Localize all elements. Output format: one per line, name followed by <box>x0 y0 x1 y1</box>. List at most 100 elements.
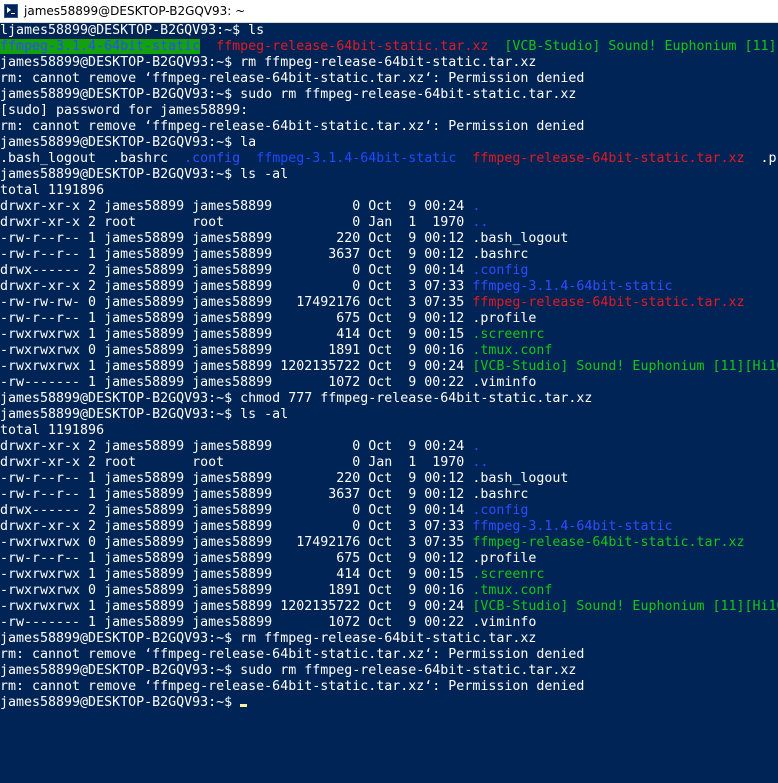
terminal-text: drwx------ 2 james58899 james58899 0 Oct… <box>0 503 473 518</box>
terminal-text: -rw-r--r-- 1 james58899 james58899 220 O… <box>0 231 569 246</box>
terminal-line: rm: cannot remove ‘ffmpeg-release-64bit-… <box>0 647 778 663</box>
terminal-line: drwxr-xr-x 2 root root 0 Jan 1 1970 .. <box>0 455 778 471</box>
terminal-line: james58899@DESKTOP-B2GQV93:~$ sudo rm ff… <box>0 663 778 679</box>
terminal-text: .. <box>472 455 489 470</box>
terminal-text: -rwxrwxrwx 0 james58899 james58899 1891 … <box>0 583 473 598</box>
terminal-line: drwxr-xr-x 2 james58899 james58899 0 Oct… <box>0 439 778 455</box>
terminal-text: -rw------- 1 james58899 james58899 1072 … <box>0 375 537 390</box>
terminal-text: .config <box>472 263 529 278</box>
terminal-line: -rw-r--r-- 1 james58899 james58899 675 O… <box>0 551 778 567</box>
terminal-line: -rwxrwxrwx 1 james58899 james58899 12021… <box>0 359 778 375</box>
terminal-text: [sudo] password for james58899: <box>0 103 249 118</box>
terminal-line: -rw-r--r-- 1 james58899 james58899 3637 … <box>0 247 778 263</box>
terminal-line: -rwxrwxrwx 1 james58899 james58899 12021… <box>0 599 778 615</box>
terminal-text: -rw-rw-rw- 0 james58899 james58899 17492… <box>0 295 473 310</box>
terminal-line: total 1191896 <box>0 183 778 199</box>
terminal-text: total 1191896 <box>0 423 105 438</box>
terminal-text: drwxr-xr-x 2 james58899 james58899 0 Oct… <box>0 519 473 534</box>
terminal-text: .tmux.conf <box>472 343 553 358</box>
terminal-line: drwxr-xr-x 2 james58899 james58899 0 Oct… <box>0 279 778 295</box>
terminal-text: james58899@DESKTOP-B2GQV93:~$ chmod 777 … <box>0 391 593 406</box>
terminal-text: -rw-r--r-- 1 james58899 james58899 3637 … <box>0 487 529 502</box>
terminal-line: [sudo] password for james58899: <box>0 103 778 119</box>
terminal-text: ffmpeg-3.1.4-64bit-static <box>0 39 201 54</box>
terminal-text: james58899@DESKTOP-B2GQV93:~$ ls -al <box>0 407 289 422</box>
terminal-text: -rw-r--r-- 1 james58899 james58899 3637 … <box>0 247 529 262</box>
terminal-text: james58899@DESKTOP-B2GQV93:~$ rm ffmpeg-… <box>0 631 537 646</box>
terminal-text: drwxr-xr-x 2 james58899 james58899 0 Oct… <box>0 199 473 214</box>
terminal-text: rm: cannot remove ‘ffmpeg-release-64bit-… <box>0 679 585 694</box>
terminal-line: drwxr-xr-x 2 james58899 james58899 0 Oct… <box>0 519 778 535</box>
terminal-text: ffmpeg-3.1.4-64bit-static <box>472 519 673 534</box>
terminal-text: ffmpeg-release-64bit-static.tar.xz <box>216 39 489 54</box>
terminal-line: james58899@DESKTOP-B2GQV93:~$ sudo rm ff… <box>0 87 778 103</box>
terminal-text: -rwxrwxrwx 0 james58899 james58899 1891 … <box>0 343 473 358</box>
terminal-text: james58899@DESKTOP-B2GQV93:~$ sudo rm ff… <box>0 663 577 678</box>
terminal-text: james58899@DESKTOP-B2GQV93:~$ la <box>0 135 257 150</box>
terminal-text: ffmpeg-release-64bit-static.tar.xz <box>472 295 745 310</box>
terminal-text: ffmpeg-release-64bit-static.tar.xz <box>472 535 745 550</box>
terminal-line: ffmpeg-3.1.4-64bit-static ffmpeg-release… <box>0 39 778 55</box>
terminal-text: rm: cannot remove ‘ffmpeg-release-64bit-… <box>0 647 585 662</box>
terminal-text: [VCB-Studio] Sound! Euphonium [11] <box>504 39 777 54</box>
terminal-text: -rw-r--r-- 1 james58899 james58899 675 O… <box>0 311 537 326</box>
title-bar[interactable]: james58899@DESKTOP-B2GQV93: ~ <box>0 0 778 23</box>
terminal-text: .. <box>472 215 489 230</box>
terminal-text: rm: cannot remove ‘ffmpeg-release-64bit-… <box>0 119 585 134</box>
terminal-line: -rw-r--r-- 1 james58899 james58899 3637 … <box>0 487 778 503</box>
terminal-line: rm: cannot remove ‘ffmpeg-release-64bit-… <box>0 71 778 87</box>
terminal-line: -rw-r--r-- 1 james58899 james58899 220 O… <box>0 471 778 487</box>
terminal-output[interactable]: ljames58899@DESKTOP-B2GQV93:~$ ls ffmpeg-… <box>0 23 778 783</box>
terminal-text: total 1191896 <box>0 183 105 198</box>
terminal-text: -rwxrwxrwx 1 james58899 james58899 12021… <box>0 359 473 374</box>
terminal-line: james58899@DESKTOP-B2GQV93:~$ rm ffmpeg-… <box>0 631 778 647</box>
terminal-line: -rw-r--r-- 1 james58899 james58899 220 O… <box>0 231 778 247</box>
terminal-text: -rwxrwxrwx 1 james58899 james58899 12021… <box>0 599 473 614</box>
terminal-text: drwxr-xr-x 2 james58899 james58899 0 Oct… <box>0 439 473 454</box>
terminal-line: drwx------ 2 james58899 james58899 0 Oct… <box>0 263 778 279</box>
terminal-line: -rwxrwxrwx 1 james58899 james58899 414 O… <box>0 327 778 343</box>
terminal-text: james58899@DESKTOP-B2GQV93:~$ sudo rm ff… <box>0 87 577 102</box>
terminal-line: ljames58899@DESKTOP-B2GQV93:~$ ls <box>0 23 778 39</box>
text-cursor <box>240 704 248 707</box>
terminal-line: james58899@DESKTOP-B2GQV93:~$ la <box>0 135 778 151</box>
window-title: james58899@DESKTOP-B2GQV93: ~ <box>24 4 246 18</box>
terminal-line: -rw------- 1 james58899 james58899 1072 … <box>0 375 778 391</box>
terminal-text: ffmpeg-3.1.4-64bit-static <box>256 151 457 166</box>
terminal-line: james58899@DESKTOP-B2GQV93:~$ chmod 777 … <box>0 391 778 407</box>
terminal-text: drwxr-xr-x 2 root root 0 Jan 1 1970 <box>0 455 473 470</box>
terminal-text: ljames58899@DESKTOP-B2GQV93:~$ ls <box>0 23 265 38</box>
terminal-text: -rw-r--r-- 1 james58899 james58899 675 O… <box>0 551 537 566</box>
terminal-line: james58899@DESKTOP-B2GQV93:~$ rm ffmpeg-… <box>0 55 778 71</box>
terminal-text: .bash_logout .bashrc <box>0 151 185 166</box>
terminal-line: -rwxrwxrwx 0 james58899 james58899 1891 … <box>0 583 778 599</box>
terminal-text: james58899@DESKTOP-B2GQV93:~$ rm ffmpeg-… <box>0 55 537 70</box>
terminal-text: drwx------ 2 james58899 james58899 0 Oct… <box>0 263 473 278</box>
terminal-text: drwxr-xr-x 2 root root 0 Jan 1 1970 <box>0 215 473 230</box>
terminal-text: . <box>472 199 481 214</box>
terminal-line: drwxr-xr-x 2 james58899 james58899 0 Oct… <box>0 199 778 215</box>
terminal-text: .config <box>472 503 529 518</box>
terminal-line: rm: cannot remove ‘ffmpeg-release-64bit-… <box>0 119 778 135</box>
terminal-text: rm: cannot remove ‘ffmpeg-release-64bit-… <box>0 71 585 86</box>
terminal-text: . <box>472 439 481 454</box>
terminal-line: -rw-r--r-- 1 james58899 james58899 675 O… <box>0 311 778 327</box>
terminal-text: -rwxrwxrwx 1 james58899 james58899 414 O… <box>0 327 473 342</box>
terminal-line: rm: cannot remove ‘ffmpeg-release-64bit-… <box>0 679 778 695</box>
terminal-line: -rw------- 1 james58899 james58899 1072 … <box>0 615 778 631</box>
terminal-line: james58899@DESKTOP-B2GQV93:~$ ls -al <box>0 407 778 423</box>
terminal-text: [VCB-Studio] Sound! Euphonium [11][Hi10 <box>472 599 778 614</box>
terminal-text: .screenrc <box>472 567 545 582</box>
terminal-line: james58899@DESKTOP-B2GQV93:~$ <box>0 695 778 711</box>
terminal-text: .config <box>184 151 241 166</box>
terminal-text: [VCB-Studio] Sound! Euphonium [11][Hi10 <box>472 359 778 374</box>
terminal-text: ffmpeg-3.1.4-64bit-static <box>472 279 673 294</box>
terminal-text: .tmux.conf <box>472 583 553 598</box>
terminal-text: .pr <box>760 151 778 166</box>
terminal-line: -rwxrwxrwx 0 james58899 james58899 1891 … <box>0 343 778 359</box>
terminal-text: -rwxrwxrwx 1 james58899 james58899 414 O… <box>0 567 473 582</box>
terminal-text: -rw-r--r-- 1 james58899 james58899 220 O… <box>0 471 569 486</box>
